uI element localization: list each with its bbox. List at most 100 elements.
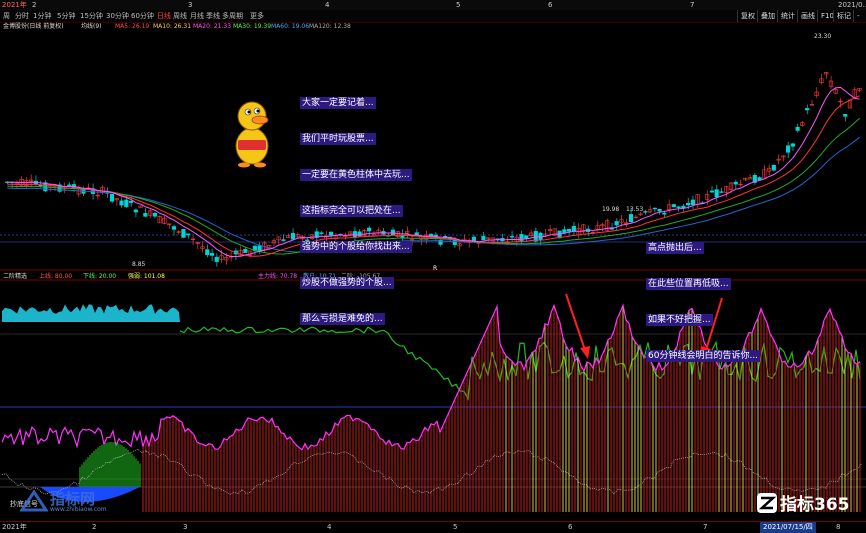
message-line: 60分钟线会明白的告诉你... bbox=[646, 350, 761, 362]
tab-period[interactable]: 季线 bbox=[206, 11, 220, 21]
indicator-title: 二阶精选 bbox=[3, 273, 28, 280]
bottom-year: 2021年 bbox=[2, 523, 27, 531]
bottom-date-bar: 2021年 2 3 4 5 6 7 2021/07/15/四 8 bbox=[0, 521, 866, 533]
message-line: 炒股不做强势的个股... bbox=[300, 277, 394, 289]
legend-ma5: MA5: 26.19 bbox=[115, 23, 150, 30]
year-label: 2021年 bbox=[2, 1, 27, 9]
bottom-month: 8 bbox=[836, 523, 841, 531]
mid-price-label-2: 13.53 bbox=[626, 206, 643, 213]
date-mark: 4 bbox=[325, 1, 330, 9]
message-line: 强势中的个股给你找出来... bbox=[300, 241, 412, 253]
tab-period[interactable]: 30分钟 bbox=[106, 11, 129, 21]
tab-period[interactable]: 分时 bbox=[15, 11, 29, 21]
tab-period[interactable]: 更多 bbox=[250, 11, 264, 21]
tab-period[interactable]: 60分钟 bbox=[131, 11, 154, 21]
candle-body bbox=[662, 212, 667, 215]
candle-body bbox=[686, 202, 691, 206]
current-date-label: 2021/07/15/四 bbox=[760, 522, 816, 533]
message-line: 高点抛出后... bbox=[646, 242, 704, 254]
candle-body bbox=[481, 236, 486, 241]
minimize-button[interactable]: - bbox=[853, 10, 863, 22]
overlay-button[interactable]: 叠加 bbox=[757, 10, 778, 22]
tab-period[interactable]: 5分钟 bbox=[57, 11, 75, 21]
candle-body bbox=[690, 199, 695, 206]
message-line: 那么亏损是难免的... bbox=[300, 313, 385, 325]
watermark-z-icon bbox=[757, 493, 777, 513]
candle-body bbox=[714, 189, 719, 198]
date-mark: 5 bbox=[456, 1, 461, 9]
candle-body bbox=[733, 181, 738, 185]
indicator-strength-value: 强弱: 101.08 bbox=[128, 273, 165, 280]
candle-body bbox=[757, 177, 762, 181]
tab-period[interactable]: 15分钟 bbox=[80, 11, 103, 21]
tab-period[interactable]: 多周期 bbox=[222, 11, 243, 21]
legend-ma60: MA60: 19.06 bbox=[271, 23, 310, 30]
candle-body bbox=[786, 145, 791, 153]
message-box-left: 大家一定要记着... 我们平时玩股票... 一定要在黄色柱体中去玩... 这指标… bbox=[300, 73, 412, 337]
candle-body bbox=[562, 229, 567, 234]
candle-body bbox=[124, 199, 129, 207]
indicator-main-value: 主力线: 70.78 bbox=[258, 273, 298, 280]
watermark-left: 指标网 www.zhibiaow.com bbox=[20, 488, 120, 518]
candle-body bbox=[719, 191, 724, 193]
candle-body bbox=[243, 249, 248, 253]
cyan-area bbox=[2, 304, 180, 322]
candle-body bbox=[790, 143, 795, 147]
message-line: 大家一定要记着... bbox=[300, 97, 376, 109]
candle-body bbox=[771, 164, 776, 171]
message-line: 如果不好把握... bbox=[646, 314, 713, 326]
candle-body bbox=[805, 108, 810, 111]
fuquan-button[interactable]: 复权 bbox=[737, 10, 758, 22]
date-mark: 7 bbox=[690, 1, 695, 9]
date-mark: 2 bbox=[32, 1, 37, 9]
tab-period[interactable]: 1分钟 bbox=[33, 11, 51, 21]
indicator-upper-value: 上线: 80.00 bbox=[39, 273, 73, 280]
draw-button[interactable]: 画线 bbox=[797, 10, 818, 22]
indicator-lower-value: 下线: 20.00 bbox=[83, 273, 117, 280]
mid-price-label: 19.98 bbox=[602, 206, 619, 213]
bottom-month: 3 bbox=[183, 523, 188, 531]
watermark-right-title: 指标365 bbox=[780, 495, 850, 515]
candle-body bbox=[709, 190, 715, 193]
candle-body bbox=[567, 228, 572, 232]
high-price-label: 23.30 bbox=[814, 33, 831, 40]
candle-body bbox=[843, 114, 848, 117]
candle-body bbox=[643, 211, 648, 213]
candle-body bbox=[533, 231, 538, 242]
message-line: 在此些位置再低吸... bbox=[646, 278, 731, 290]
candle-body bbox=[676, 206, 681, 208]
tab-period[interactable]: 月线 bbox=[190, 11, 204, 21]
candle-body bbox=[652, 207, 657, 210]
candle-body bbox=[119, 200, 124, 206]
top-right-date: 2021/0... bbox=[838, 1, 866, 9]
candle-body bbox=[681, 205, 686, 209]
candle-body bbox=[214, 256, 219, 262]
watermark-right: 指标365 bbox=[756, 490, 866, 516]
legend-ma20: MA20: 21.33 bbox=[193, 23, 232, 30]
candle-body bbox=[671, 204, 676, 208]
bottom-month: 7 bbox=[703, 523, 708, 531]
bottom-month: 5 bbox=[453, 523, 458, 531]
candle-body bbox=[471, 236, 476, 242]
price-legend: 金博股份(日线 前复权) 均线(9) MA5: 26.19 MA10: 26.3… bbox=[3, 23, 383, 32]
low-price-label: 8.85 bbox=[132, 261, 146, 268]
stats-button[interactable]: 统计 bbox=[777, 10, 798, 22]
tab-period-active[interactable]: 日线 bbox=[157, 11, 171, 21]
price-panel-title: 金博股份(日线 前复权) bbox=[3, 23, 64, 30]
duck-mascot-icon bbox=[235, 101, 269, 168]
legend-ma: 均线(9) bbox=[81, 23, 102, 30]
chart-marker: R bbox=[433, 265, 437, 272]
candle-body bbox=[152, 213, 157, 217]
bottom-month: 4 bbox=[327, 523, 332, 531]
candle-body bbox=[181, 229, 186, 238]
date-mark: 3 bbox=[188, 1, 193, 9]
tab-period[interactable]: 周线 bbox=[173, 11, 187, 21]
candle-body bbox=[290, 232, 296, 240]
message-line: 一定要在黄色柱体中去玩... bbox=[300, 169, 412, 181]
candle-body bbox=[509, 236, 515, 238]
candle-body bbox=[143, 213, 148, 217]
mark-button[interactable]: 标记 bbox=[833, 10, 854, 22]
tab-period[interactable]: 周 bbox=[3, 11, 10, 21]
candle-body bbox=[795, 126, 800, 131]
candle-body bbox=[281, 239, 286, 241]
